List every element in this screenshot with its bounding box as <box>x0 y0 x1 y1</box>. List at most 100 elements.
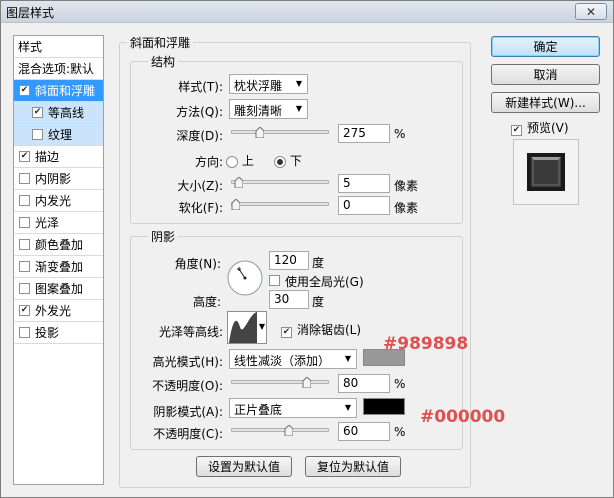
direction-down-label: 下 <box>289 154 302 168</box>
style-item-checkbox[interactable] <box>19 217 30 228</box>
altitude-input[interactable]: 30 <box>269 290 309 309</box>
cancel-label: 取消 <box>533 68 558 82</box>
altitude-label: 高度: <box>192 295 221 309</box>
soften-input[interactable]: 0 <box>338 196 390 215</box>
size-value: 5 <box>343 176 351 190</box>
altitude-unit: 度 <box>312 295 325 309</box>
contour-curve-icon <box>229 312 257 343</box>
style-item-label: 描边 <box>35 150 60 164</box>
style-item[interactable]: ✔ 等高线 <box>14 102 103 124</box>
make-default-button[interactable]: 设置为默认值 <box>196 456 292 477</box>
style-item-checkbox[interactable]: ✔ <box>32 107 43 118</box>
shadow-color-annotation: #000000 <box>420 407 506 427</box>
style-item-label: 内发光 <box>35 194 72 208</box>
highlight-opacity-input[interactable]: 80 <box>338 374 390 393</box>
direction-down-radio[interactable] <box>274 155 286 168</box>
cancel-button[interactable]: 取消 <box>491 64 600 85</box>
style-label: 样式(T): <box>178 80 223 94</box>
size-label: 大小(Z): <box>177 179 223 193</box>
style-item[interactable]: ✔ 外发光 <box>14 300 103 322</box>
highlight-mode-select[interactable]: 线性减淡（添加） ▼ <box>229 349 357 369</box>
direction-up-option[interactable]: 上 <box>226 152 254 169</box>
new-style-button[interactable]: 新建样式(W)... <box>491 92 600 113</box>
soften-unit: 像素 <box>394 201 419 215</box>
style-item[interactable]: 颜色叠加 <box>14 234 103 256</box>
style-item[interactable]: 图案叠加 <box>14 278 103 300</box>
slider-thumb[interactable] <box>234 177 243 188</box>
style-item-checkbox[interactable] <box>19 261 30 272</box>
style-item[interactable]: 投影 <box>14 322 103 344</box>
direction-up-radio[interactable] <box>226 155 238 168</box>
style-list-header-label: 样式 <box>18 40 43 54</box>
global-light-option[interactable]: 使用全局光(G) <box>269 273 364 290</box>
slider-thumb[interactable] <box>231 199 240 210</box>
technique-label: 方法(Q): <box>176 105 223 119</box>
style-item-label: 投影 <box>35 326 60 340</box>
highlight-opacity-unit: % <box>394 377 406 391</box>
style-item-checkbox[interactable] <box>19 195 30 206</box>
shadow-color-swatch[interactable] <box>363 398 405 415</box>
ok-button[interactable]: 确定 <box>491 36 600 57</box>
depth-input[interactable]: 275 <box>338 124 390 143</box>
reset-default-button[interactable]: 复位为默认值 <box>305 456 401 477</box>
chevron-down-icon: ▼ <box>258 322 265 331</box>
style-item[interactable]: ✔ 描边 <box>14 146 103 168</box>
title-bar: 图层样式 ✕ <box>1 1 613 23</box>
gloss-contour-picker[interactable]: ▼ <box>227 311 267 344</box>
anti-alias-label: 消除锯齿(L) <box>297 323 362 337</box>
global-light-label: 使用全局光(G) <box>285 275 364 289</box>
technique-select[interactable]: 雕刻清晰 ▼ <box>229 99 308 119</box>
global-light-checkbox[interactable] <box>269 275 280 286</box>
style-item-checkbox[interactable] <box>19 173 30 184</box>
style-item[interactable]: ✔ 斜面和浮雕 <box>14 80 103 102</box>
depth-slider[interactable] <box>231 130 329 134</box>
style-item-label: 外发光 <box>35 304 72 318</box>
make-default-label: 设置为默认值 <box>207 460 280 474</box>
style-item[interactable]: 光泽 <box>14 212 103 234</box>
angle-label: 角度(N): <box>174 257 221 271</box>
slider-thumb[interactable] <box>284 425 294 436</box>
preview-option[interactable]: ✔ 预览(V) <box>511 119 569 136</box>
shadow-mode-select[interactable]: 正片叠底 ▼ <box>229 398 357 418</box>
style-item-checkbox[interactable] <box>19 239 30 250</box>
ok-label: 确定 <box>533 40 558 54</box>
style-item-checkbox[interactable]: ✔ <box>19 85 30 96</box>
size-input[interactable]: 5 <box>338 174 390 193</box>
window-title: 图层样式 <box>6 6 55 20</box>
style-item-label: 渐变叠加 <box>35 260 84 274</box>
style-item[interactable]: 内发光 <box>14 190 103 212</box>
highlight-opacity-slider[interactable] <box>231 380 329 384</box>
style-item-checkbox[interactable] <box>19 327 30 338</box>
style-list-header[interactable]: 样式 <box>14 36 103 58</box>
shadow-opacity-input[interactable]: 60 <box>338 422 390 441</box>
style-item-checkbox[interactable] <box>32 129 43 140</box>
style-item-label: 斜面和浮雕 <box>35 84 96 98</box>
highlight-color-annotation: #989898 <box>383 334 469 354</box>
style-item[interactable]: 纹理 <box>14 124 103 146</box>
angle-input[interactable]: 120 <box>269 251 309 270</box>
style-item-checkbox[interactable]: ✔ <box>19 305 30 316</box>
depth-unit: % <box>394 127 406 141</box>
soften-slider[interactable] <box>231 202 329 206</box>
style-item[interactable]: 内阴影 <box>14 168 103 190</box>
style-item-checkbox[interactable] <box>19 283 30 294</box>
blending-options-item[interactable]: 混合选项:默认 <box>14 58 103 80</box>
angle-unit: 度 <box>312 256 325 270</box>
shadow-opacity-slider[interactable] <box>231 428 329 432</box>
angle-dial-icon[interactable] <box>226 259 264 297</box>
style-select[interactable]: 枕状浮雕 ▼ <box>229 74 308 94</box>
direction-down-option[interactable]: 下 <box>274 152 302 169</box>
style-item-checkbox[interactable]: ✔ <box>19 151 30 162</box>
style-item[interactable]: 渐变叠加 <box>14 256 103 278</box>
close-icon: ✕ <box>585 4 597 19</box>
anti-alias-option[interactable]: ✔ 消除锯齿(L) <box>281 321 361 338</box>
style-list: 样式 混合选项:默认 ✔ 斜面和浮雕 ✔ 等高线 纹理 ✔ 描边内阴影内发光光泽 颜色叠加渐变… <box>13 35 104 485</box>
slider-thumb[interactable] <box>302 377 312 388</box>
preview-checkbox[interactable]: ✔ <box>511 125 522 136</box>
slider-thumb[interactable] <box>255 127 265 138</box>
size-unit: 像素 <box>394 179 419 193</box>
close-button[interactable]: ✕ <box>575 3 607 20</box>
shadow-mode-value: 正片叠底 <box>234 403 283 417</box>
anti-alias-checkbox[interactable]: ✔ <box>281 327 292 338</box>
size-slider[interactable] <box>231 180 329 184</box>
